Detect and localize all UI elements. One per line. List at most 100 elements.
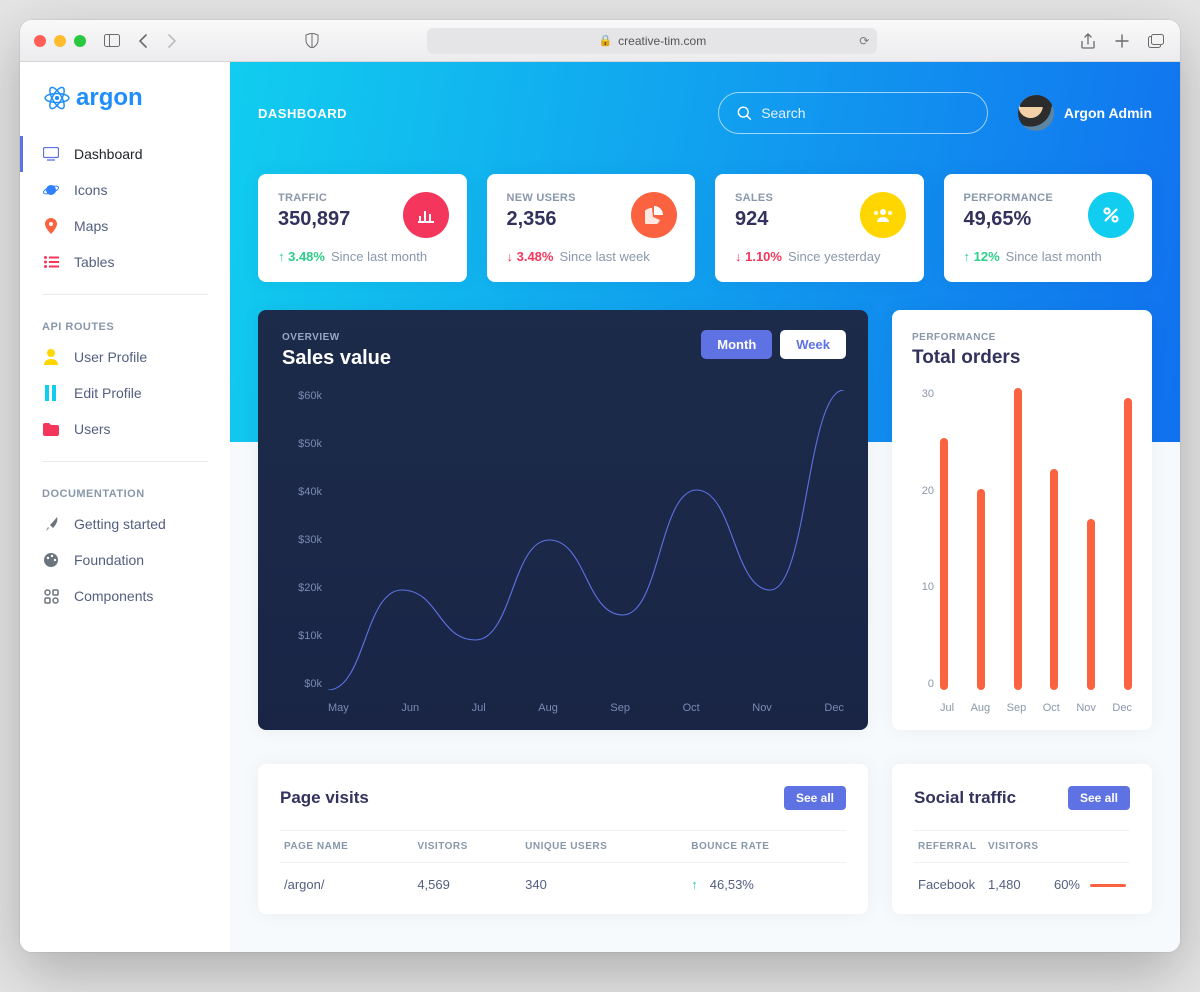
nav-main: Dashboard Icons Maps Tables API ROUTES U… [20, 136, 230, 614]
sidebar-item-label: Getting started [74, 516, 166, 532]
avatar [1018, 95, 1054, 131]
minimize-window-button[interactable] [54, 35, 66, 47]
bar [977, 489, 985, 690]
users-icon [860, 192, 906, 238]
topbar: DASHBOARD Argon Admin [258, 92, 1152, 134]
sidebar-section-header: API ROUTES [20, 309, 230, 339]
sales-chart-card: OVERVIEW Sales value Month Week $60k$50k… [258, 310, 868, 730]
table-row[interactable]: /argon/4,569340 ↑46,53% [280, 863, 846, 907]
social-seeall-button[interactable]: See all [1068, 786, 1130, 810]
shield-icon[interactable] [302, 31, 322, 51]
maximize-window-button[interactable] [74, 35, 86, 47]
sidebar-item-label: Users [74, 421, 111, 437]
progress-bar [1090, 884, 1126, 887]
react-icon [44, 85, 70, 111]
sidebar-item-label: Maps [74, 218, 108, 234]
bar [1014, 388, 1022, 690]
orders-chart-overline: PERFORMANCE [912, 332, 1132, 343]
sidebar-section-header: DOCUMENTATION [20, 476, 230, 506]
sidebar-item-edit profile[interactable]: Edit Profile [20, 375, 230, 411]
page-visits-card: Page visits See all PAGE NAMEVISITORSUNI… [258, 764, 868, 914]
page-visits-table: PAGE NAMEVISITORSUNIQUE USERSBOUNCE RATE… [280, 830, 846, 906]
components-icon [42, 589, 60, 604]
planet-icon [42, 182, 60, 198]
palette-icon [42, 552, 60, 568]
browser-window: 🔒 creative-tim.com ⟳ argon Dashboar [20, 20, 1180, 952]
sidebar-item-users[interactable]: Users [20, 411, 230, 447]
search-input[interactable] [761, 105, 969, 121]
stat-change: ↑ 3.48%Since last month [278, 249, 447, 264]
sidebar-item-label: Components [74, 588, 153, 604]
sidebar-item-foundation[interactable]: Foundation [20, 542, 230, 578]
arrow-down-icon: ↓ 1.10% [735, 249, 782, 264]
bar [1124, 398, 1132, 690]
table-header: BOUNCE RATE [687, 831, 846, 863]
stat-card-sales: SALES 924 ↓ 1.10%Since yesterday [715, 174, 924, 282]
stat-card-new users: NEW USERS 2,356 ↓ 3.48%Since last week [487, 174, 696, 282]
tabs-overview-icon[interactable] [1146, 31, 1166, 51]
sidebar-item-user profile[interactable]: User Profile [20, 339, 230, 375]
chart-bar-icon [403, 192, 449, 238]
reload-icon[interactable]: ⟳ [859, 34, 869, 48]
sidebar-item-label: Icons [74, 182, 107, 198]
browser-titlebar: 🔒 creative-tim.com ⟳ [20, 20, 1180, 62]
page-title: DASHBOARD [258, 106, 347, 121]
tv-icon [42, 147, 60, 161]
table-header [1046, 831, 1130, 863]
social-traffic-card: Social traffic See all REFERRALVISITORS … [892, 764, 1152, 914]
stats-row: TRAFFIC 350,897 ↑ 3.48%Since last month … [258, 174, 1152, 282]
table-header: PAGE NAME [280, 831, 413, 863]
sidebar-item-label: User Profile [74, 349, 147, 365]
stat-change: ↓ 1.10%Since yesterday [735, 249, 904, 264]
main: DASHBOARD Argon Admin TRAFFIC 350,897 ↑ … [230, 62, 1180, 952]
sidebar-item-dashboard[interactable]: Dashboard [20, 136, 230, 172]
edit-icon [42, 385, 60, 401]
tab-month[interactable]: Month [701, 330, 772, 359]
lock-icon: 🔒 [598, 34, 612, 47]
profile-menu[interactable]: Argon Admin [1018, 95, 1152, 131]
rocket-icon [42, 517, 60, 532]
pin-icon [42, 218, 60, 234]
sidebar-item-getting started[interactable]: Getting started [20, 506, 230, 542]
forward-button[interactable] [162, 31, 182, 51]
sidebar-item-components[interactable]: Components [20, 578, 230, 614]
table-row[interactable]: Facebook1,480 60% [914, 863, 1130, 907]
arrow-up-icon: ↑ 3.48% [278, 249, 325, 264]
new-tab-icon[interactable] [1112, 31, 1132, 51]
stat-change: ↑ 12%Since last month [964, 249, 1133, 264]
table-header: UNIQUE USERS [521, 831, 687, 863]
brand-logo[interactable]: argon [20, 84, 230, 136]
search-box[interactable] [718, 92, 988, 134]
back-button[interactable] [132, 31, 152, 51]
search-icon [737, 105, 751, 121]
sidebar-toggle-icon[interactable] [102, 31, 122, 51]
social-table: REFERRALVISITORS Facebook1,480 60% [914, 830, 1130, 906]
tab-week[interactable]: Week [780, 330, 846, 359]
page-visits-seeall-button[interactable]: See all [784, 786, 846, 810]
social-title: Social traffic [914, 788, 1016, 808]
table-header: VISITORS [413, 831, 521, 863]
stat-change: ↓ 3.48%Since last week [507, 249, 676, 264]
list-icon [42, 256, 60, 268]
sidebar-item-icons[interactable]: Icons [20, 172, 230, 208]
sidebar-item-label: Edit Profile [74, 385, 142, 401]
percent-icon [1088, 192, 1134, 238]
share-icon[interactable] [1078, 31, 1098, 51]
sidebar: argon Dashboard Icons Maps Tables API RO… [20, 62, 230, 952]
address-bar[interactable]: 🔒 creative-tim.com ⟳ [427, 28, 877, 54]
sales-chart-tabs: Month Week [701, 330, 846, 359]
table-header: VISITORS [984, 831, 1046, 863]
brand-text: argon [76, 84, 143, 112]
url-text: creative-tim.com [618, 34, 706, 48]
pie-icon [631, 192, 677, 238]
stat-card-traffic: TRAFFIC 350,897 ↑ 3.48%Since last month [258, 174, 467, 282]
close-window-button[interactable] [34, 35, 46, 47]
bar [940, 438, 948, 690]
sidebar-item-maps[interactable]: Maps [20, 208, 230, 244]
line-chart: $60k$50k$40k$30k$20k$10k$0k MayJunJulAug… [282, 390, 844, 690]
sidebar-item-label: Foundation [74, 552, 144, 568]
sidebar-item-tables[interactable]: Tables [20, 244, 230, 280]
bar [1087, 519, 1095, 690]
arrow-up-icon: ↑ [691, 877, 698, 892]
user-icon [42, 349, 60, 365]
